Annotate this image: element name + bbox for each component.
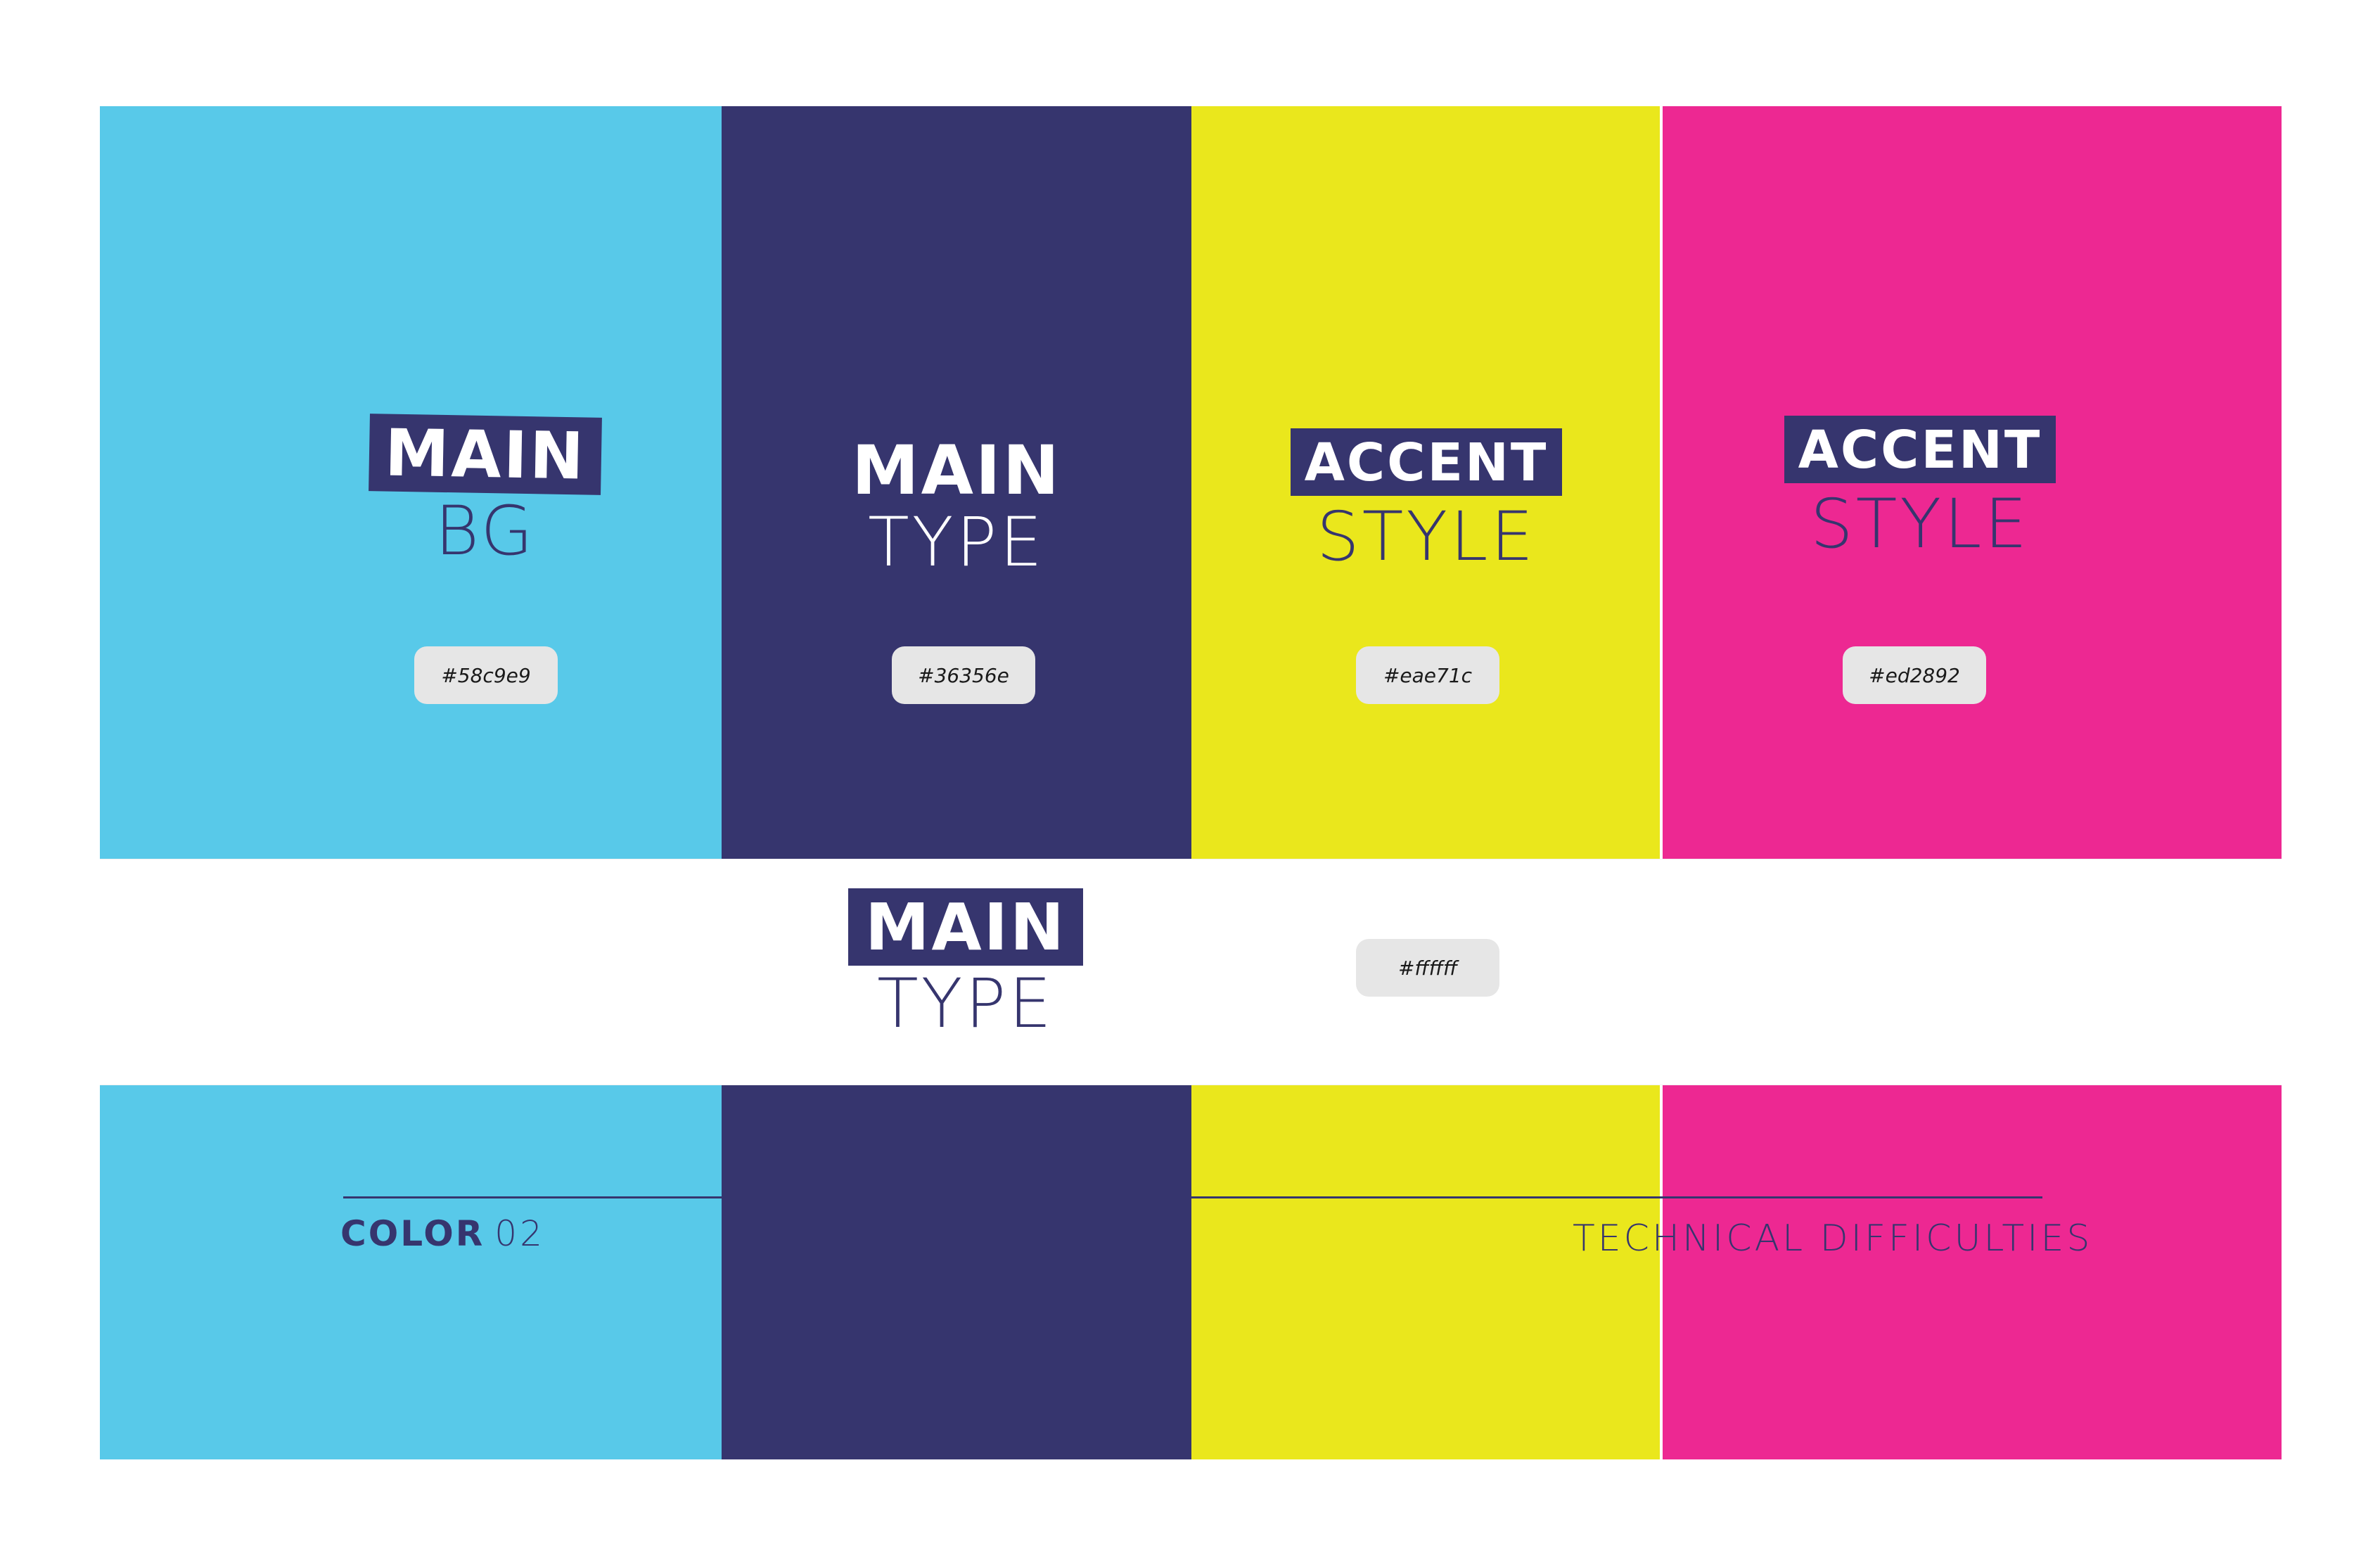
card-title: ACCENT (1290, 428, 1563, 496)
card-main-bg-label: MAIN BG (352, 414, 619, 570)
card-title: MAIN (852, 431, 1061, 510)
footer-rule-right (1191, 1196, 2042, 1198)
color-palette-board: MAIN BG #58c9e9 MAIN TYPE #36356e ACCENT… (100, 106, 2282, 1459)
card-subtitle: STYLE (1810, 485, 2030, 563)
footer-color-word: COLOR (340, 1213, 485, 1254)
hex-swatch-accent-pink: #ed2892 (1843, 646, 1986, 704)
color-column-main-type (722, 106, 1191, 1459)
footer-color-number: 02 (494, 1213, 545, 1254)
footer-color-label: COLOR 02 (340, 1216, 545, 1251)
card-accent-yellow-label: ACCENT STYLE (1269, 428, 1584, 570)
card-subtitle: BG (435, 492, 536, 570)
footer-brand-name: TECHNICAL DIFFICULTIES (1573, 1217, 2093, 1260)
hex-swatch-white: #ffffff (1356, 939, 1499, 997)
card-accent-pink-label: ACCENT STYLE (1762, 416, 2078, 558)
white-band-title: MAIN (848, 888, 1083, 966)
hex-swatch-main-type: #36356e (892, 646, 1035, 704)
card-subtitle: TYPE (868, 503, 1045, 582)
hex-swatch-main-bg: #58c9e9 (414, 646, 558, 704)
hex-swatch-accent-yellow: #eae71c (1356, 646, 1499, 704)
white-color-band (100, 859, 2282, 1085)
white-band-subtitle: TYPE (877, 964, 1054, 1043)
card-title: MAIN (369, 414, 602, 495)
color-column-main-bg (100, 106, 722, 1459)
card-title: ACCENT (1784, 416, 2056, 483)
card-subtitle: STYLE (1316, 497, 1537, 576)
footer-rule-left (343, 1196, 722, 1198)
white-band-label: MAIN TYPE (843, 888, 1089, 1037)
card-main-type-label: MAIN TYPE (844, 437, 1069, 576)
